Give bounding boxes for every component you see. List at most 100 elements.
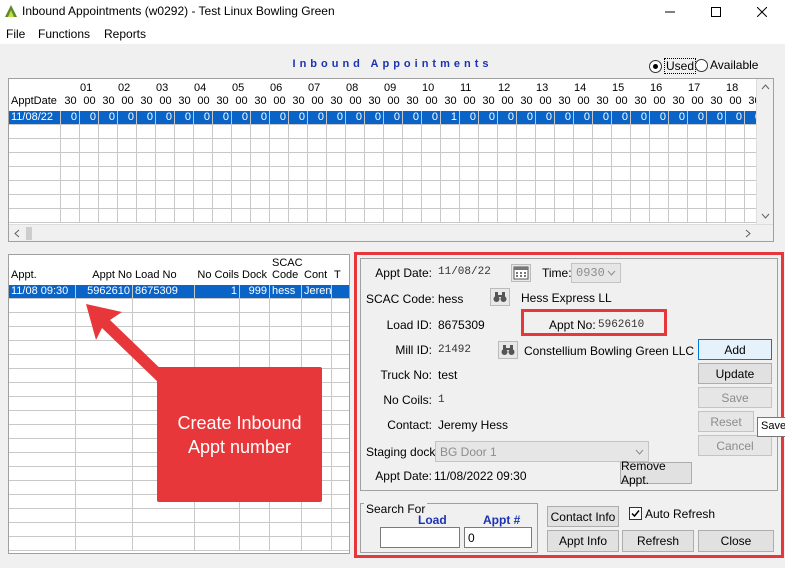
grid-cell[interactable]: 0 (365, 111, 384, 125)
grid-cell[interactable]: 1 (441, 111, 460, 125)
grid-empty-cell (631, 209, 650, 223)
close-window-button[interactable] (739, 0, 785, 24)
grid-cell[interactable]: 0 (422, 111, 441, 125)
remove-appt-button[interactable]: Remove Appt. (620, 459, 692, 487)
load-id-value: 8675309 (438, 318, 485, 332)
reset-button[interactable]: Reset (698, 411, 754, 432)
grid-column-header: 30 (482, 95, 495, 107)
grid-cell[interactable]: 0 (327, 111, 346, 125)
calendar-button[interactable] (511, 264, 531, 282)
grid-cell[interactable]: 0 (213, 111, 232, 125)
list-column-header[interactable]: Cont (304, 269, 331, 281)
list-empty-cell (270, 327, 302, 341)
grid-cell[interactable]: 0 (498, 111, 517, 125)
grid-cell[interactable]: 0 (536, 111, 555, 125)
search-appt-input[interactable]: 0 (464, 527, 532, 548)
scac-lookup-button[interactable] (490, 288, 510, 306)
grid-cell[interactable]: 0 (612, 111, 631, 125)
list-column-header[interactable]: Dock (242, 269, 269, 281)
list-column-header[interactable]: T (334, 269, 349, 281)
list-column-header[interactable]: Load No (135, 269, 194, 281)
appointments-grid[interactable]: ApptDate 01 02 03 04 05 06 07 08 09 10 11 12 13 14 15 16… (8, 78, 774, 242)
radio-used-indicator[interactable] (649, 59, 662, 73)
list-empty-cell (76, 411, 133, 425)
grid-cell[interactable]: 0 (669, 111, 688, 125)
radio-available[interactable]: Available (695, 58, 758, 72)
radio-used[interactable]: Used (649, 58, 697, 74)
grid-cell[interactable]: 0 (707, 111, 726, 125)
auto-refresh-checkbox[interactable] (629, 507, 642, 520)
grid-cell[interactable]: 0 (574, 111, 593, 125)
contact-info-button[interactable]: Contact Info (547, 506, 619, 527)
grid-cell[interactable]: 0 (517, 111, 536, 125)
cancel-button[interactable]: Cancel (698, 435, 772, 456)
list-cell[interactable] (332, 285, 349, 299)
list-empty-cell (270, 313, 302, 327)
maximize-button[interactable] (693, 0, 739, 24)
close-button[interactable]: Close (698, 530, 774, 552)
grid-cell[interactable]: 0 (270, 111, 289, 125)
list-cell[interactable]: Jeren (302, 285, 332, 299)
grid-cell[interactable]: 0 (61, 111, 80, 125)
radio-available-indicator[interactable] (695, 58, 708, 72)
scroll-up-icon[interactable] (757, 79, 774, 96)
grid-cell[interactable]: 0 (688, 111, 707, 125)
grid-cell[interactable]: 0 (308, 111, 327, 125)
grid-empty-cell (688, 167, 707, 181)
grid-cell[interactable]: 0 (156, 111, 175, 125)
grid-cell[interactable]: 0 (631, 111, 650, 125)
grid-vertical-scrollbar[interactable] (756, 79, 773, 241)
grid-cell[interactable]: 0 (384, 111, 403, 125)
scroll-right-icon[interactable] (739, 225, 756, 242)
grid-cell[interactable]: 0 (232, 111, 251, 125)
refresh-button[interactable]: Refresh (622, 530, 694, 552)
list-cell[interactable]: 1 (195, 285, 240, 299)
list-cell[interactable]: 999 (240, 285, 270, 299)
grid-row-date[interactable]: 11/08/22 (9, 111, 61, 125)
grid-cell[interactable]: 0 (555, 111, 574, 125)
grid-cell[interactable]: 0 (80, 111, 99, 125)
time-select[interactable]: 0930 (571, 263, 621, 283)
menu-functions[interactable]: Functions (38, 27, 90, 41)
staging-dock-select[interactable]: BG Door 1 (435, 441, 649, 462)
grid-empty-cell (194, 167, 213, 181)
list-column-header[interactable]: No Coils (197, 269, 239, 281)
grid-cell[interactable]: 0 (460, 111, 479, 125)
search-load-input[interactable] (380, 527, 460, 548)
scroll-left-icon[interactable] (9, 225, 26, 242)
list-cell[interactable]: 11/08 09:30 (9, 285, 76, 299)
add-button[interactable]: Add (698, 339, 772, 360)
grid-cell[interactable]: 0 (650, 111, 669, 125)
grid-cell[interactable]: 0 (726, 111, 745, 125)
grid-empty-cell (422, 167, 441, 181)
grid-cell[interactable]: 0 (175, 111, 194, 125)
grid-hour-label: 02 (118, 82, 131, 94)
list-column-header[interactable]: Appt. (11, 269, 75, 281)
grid-horizontal-scrollbar[interactable] (9, 224, 773, 241)
grid-cell[interactable]: 0 (593, 111, 612, 125)
grid-cell[interactable]: 0 (479, 111, 498, 125)
grid-cell[interactable]: 0 (251, 111, 270, 125)
scroll-down-icon[interactable] (757, 207, 774, 224)
save-button[interactable]: Save (698, 387, 772, 408)
grid-cell[interactable]: 0 (289, 111, 308, 125)
list-column-header[interactable]: Appt No (78, 269, 132, 281)
menu-file[interactable]: File (6, 27, 25, 41)
minimize-button[interactable] (647, 0, 693, 24)
grid-cell[interactable]: 0 (118, 111, 137, 125)
grid-cell[interactable]: 0 (403, 111, 422, 125)
mill-lookup-button[interactable] (498, 341, 518, 359)
grid-cell[interactable]: 0 (99, 111, 118, 125)
grid-cell[interactable]: 0 (346, 111, 365, 125)
update-button[interactable]: Update (698, 363, 772, 384)
grid-cell[interactable]: 0 (194, 111, 213, 125)
list-column-header[interactable]: SCAC Code (272, 257, 303, 281)
menu-reports[interactable]: Reports (104, 27, 146, 41)
grid-empty-cell (213, 167, 232, 181)
grid-hscroll-thumb[interactable] (26, 227, 32, 240)
appt-info-button[interactable]: Appt Info (547, 530, 619, 552)
grid-empty-cell (270, 125, 289, 139)
list-cell[interactable]: hess (270, 285, 302, 299)
grid-empty-cell (612, 125, 631, 139)
grid-cell[interactable]: 0 (137, 111, 156, 125)
